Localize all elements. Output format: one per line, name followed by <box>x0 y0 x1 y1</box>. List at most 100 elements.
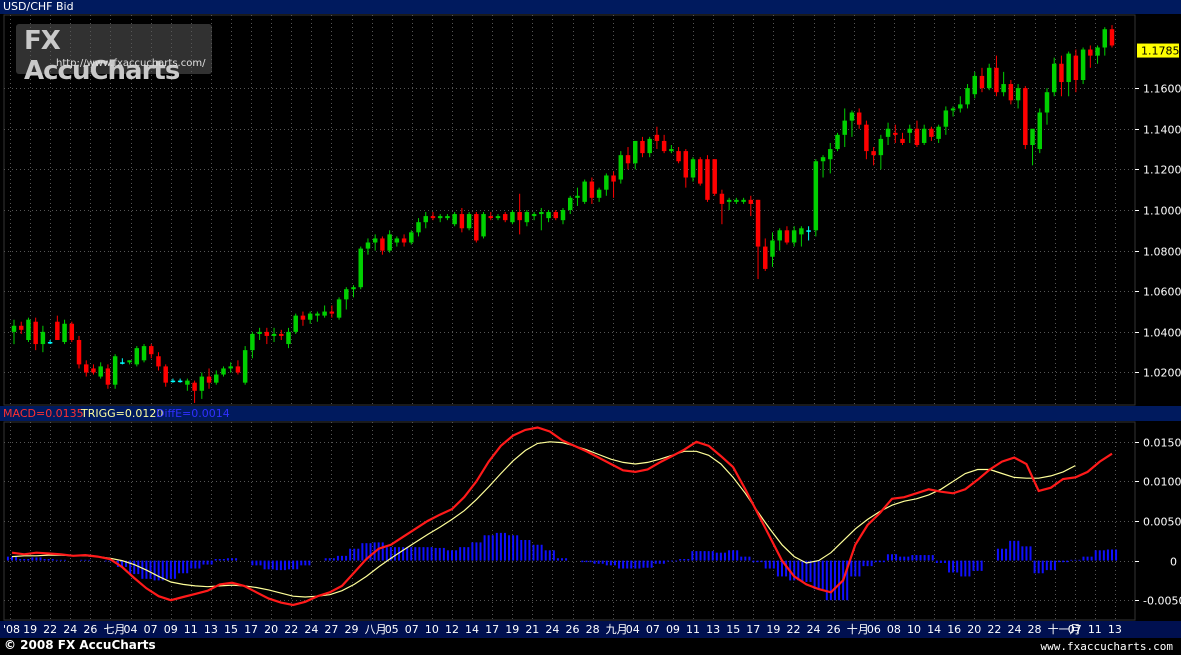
price-tick-label: 1.1600 <box>1143 83 1181 96</box>
date-tick-label: 24 <box>63 623 77 636</box>
candle-body <box>914 128 920 145</box>
candle-body <box>474 214 479 241</box>
date-tick-label: 26 <box>827 623 841 636</box>
candle-body <box>1051 63 1057 93</box>
candle-body <box>777 230 782 241</box>
price-tick-label: 1.1400 <box>1143 124 1181 137</box>
candle-body <box>387 234 392 251</box>
candle-body <box>972 75 977 95</box>
macd-plot-frame <box>3 421 1136 621</box>
macd-tick-label: 0.0050 <box>1143 516 1181 529</box>
date-tick-label: 十月 <box>847 622 869 636</box>
date-tick-label: 17 <box>244 623 258 636</box>
date-tick-label: 04 <box>124 623 138 636</box>
date-tick-label: 八月 <box>365 623 387 636</box>
candle-body <box>445 216 450 219</box>
date-tick-label: 14 <box>927 623 941 636</box>
date-tick-label: 11 <box>686 623 700 636</box>
date-tick-label: 26 <box>83 623 97 636</box>
date-tick-label: 19 <box>766 623 780 636</box>
candle-body <box>423 216 428 223</box>
candle-body <box>488 216 494 219</box>
candle-body <box>55 321 60 340</box>
candle-body <box>907 128 912 133</box>
candle-body <box>712 159 717 194</box>
candle-body <box>640 140 645 154</box>
date-tick-label: 19 <box>23 623 37 636</box>
candle-body <box>1059 63 1064 83</box>
candle-body <box>1008 84 1014 101</box>
candle-body <box>120 362 125 364</box>
candle-body <box>206 376 212 383</box>
candle-body <box>47 342 53 344</box>
date-tick-label: 09 <box>666 623 680 636</box>
candle-body <box>1080 49 1086 80</box>
candle-body <box>300 315 306 320</box>
candle-body <box>221 368 226 375</box>
candle-body <box>18 325 24 330</box>
candle-body <box>495 216 501 219</box>
candle-body <box>726 199 732 202</box>
last-price-label: 1.1785 <box>1141 45 1180 58</box>
candle-body <box>784 230 790 243</box>
date-tick-label: 12 <box>445 623 459 636</box>
candle-body <box>1044 92 1050 113</box>
candle-body <box>481 214 486 237</box>
candle-body <box>1109 29 1115 46</box>
date-tick-label: 10 <box>425 623 439 636</box>
candle-body <box>264 331 270 336</box>
candle-body <box>596 189 602 198</box>
macd-tick-label: -0.0050 <box>1143 595 1181 608</box>
candle-body <box>921 128 927 143</box>
date-tick-label: 28 <box>586 623 600 636</box>
date-tick-label: 13 <box>1108 623 1122 636</box>
date-tick-label: 24 <box>545 623 559 636</box>
candle-body <box>430 216 436 219</box>
candle-body <box>835 134 840 150</box>
price-tick-label: 1.0400 <box>1143 327 1181 340</box>
candle-body <box>900 138 905 143</box>
candle-body <box>893 132 898 135</box>
candle-body <box>98 366 103 377</box>
date-tick-label: 04 <box>626 623 640 636</box>
candle-body <box>1088 49 1093 56</box>
site-url[interactable]: www.fxaccucharts.com <box>1041 640 1173 654</box>
date-tick-label: 24 <box>304 623 318 636</box>
macd-tick-label: 0.0150 <box>1143 437 1181 450</box>
candle-body <box>33 321 38 345</box>
price-tick-label: 1.0200 <box>1143 367 1181 380</box>
candle-body <box>763 246 768 269</box>
candle-body <box>76 340 82 365</box>
candle-body <box>885 128 891 137</box>
candle-body <box>315 313 320 316</box>
candle-body <box>271 333 277 336</box>
macd-tick-label: 0.0100 <box>1143 476 1181 489</box>
date-tick-label: 29 <box>345 623 359 636</box>
price-tick-label: 1.1200 <box>1143 164 1181 177</box>
candle-body <box>936 126 941 139</box>
date-tick-label: 17 <box>485 623 499 636</box>
candle-body <box>748 199 754 204</box>
date-tick-label: 07 <box>144 623 158 636</box>
chart-canvas[interactable]: '08 19 22 24 26 七月04 07 09 11 13 15 17 20 22 24 27 29 八月0… <box>0 0 1181 655</box>
candle-body <box>257 331 262 334</box>
date-tick-label: 13 <box>706 623 720 636</box>
candle-body <box>510 212 515 223</box>
date-tick-label: 06 <box>867 623 881 636</box>
candle-body <box>134 348 140 365</box>
candle-body <box>452 214 457 225</box>
date-tick-label: 19 <box>505 623 519 636</box>
candle-body <box>185 380 190 385</box>
date-tick-label: 20 <box>264 623 278 636</box>
candle-body <box>149 346 154 355</box>
candle-body <box>546 212 551 219</box>
date-tick-label: 七月 <box>103 623 125 636</box>
candle-body <box>560 210 566 221</box>
candle-body <box>986 67 992 89</box>
candle-body <box>242 350 248 383</box>
candle-body <box>250 333 255 351</box>
candle-body <box>62 323 67 343</box>
date-tick-label: 07 <box>405 623 419 636</box>
candle-body <box>871 151 876 156</box>
price-tick-label: 1.0800 <box>1143 246 1181 259</box>
